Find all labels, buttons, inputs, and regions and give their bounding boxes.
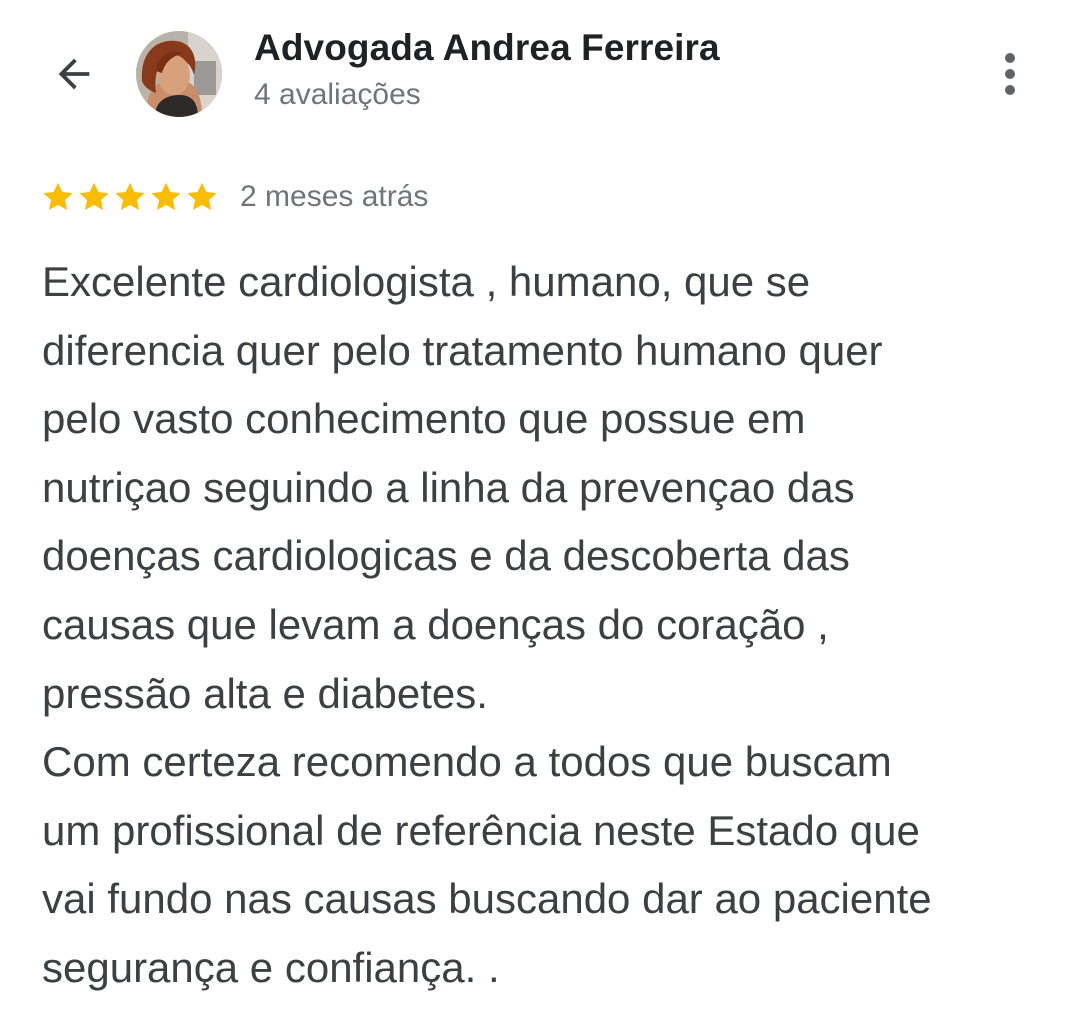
reviewer-name[interactable]: Advogada Andrea Ferreira <box>254 27 720 69</box>
review-text-line: pelo vasto conhecimento que possue em <box>42 395 806 443</box>
back-button[interactable] <box>44 46 104 106</box>
review-text-line: vai fundo nas causas buscando dar ao pac… <box>42 875 932 923</box>
review-text-line: Com certeza recomendo a todos que buscam <box>42 738 892 786</box>
review-date: 2 meses atrás <box>240 180 429 213</box>
review-count: 4 avaliações <box>254 78 421 111</box>
review-text-line: um profissional de referência neste Esta… <box>42 806 920 854</box>
arrow-back-icon <box>51 51 97 102</box>
star-icon <box>187 182 217 211</box>
more-options-button[interactable] <box>985 48 1035 104</box>
star-icon <box>43 182 73 211</box>
more-vert-icon <box>1000 50 1020 103</box>
review-text-line: segurança e confiança. . <box>42 943 500 991</box>
star-icon <box>115 182 145 211</box>
star-icon <box>79 182 109 211</box>
review-text-line: diferencia quer pelo tratamento humano q… <box>42 326 883 374</box>
review-text-line: causas que levam a doenças do coração , <box>42 600 829 648</box>
review-text-line: nutriçao seguindo a linha da prevençao d… <box>42 463 855 511</box>
review-text: Excelente cardiologista , humano, que se… <box>42 248 1052 1003</box>
rating-row: 2 meses atrás <box>40 176 428 218</box>
review-text-line: pressão alta e diabetes. <box>42 669 488 717</box>
review-text-line: doenças cardiologicas e da descoberta da… <box>42 532 850 580</box>
review-text-line: Excelente cardiologista , humano, que se <box>42 258 811 305</box>
star-icon <box>151 182 181 211</box>
avatar[interactable] <box>136 31 222 117</box>
star-rating <box>40 179 220 215</box>
